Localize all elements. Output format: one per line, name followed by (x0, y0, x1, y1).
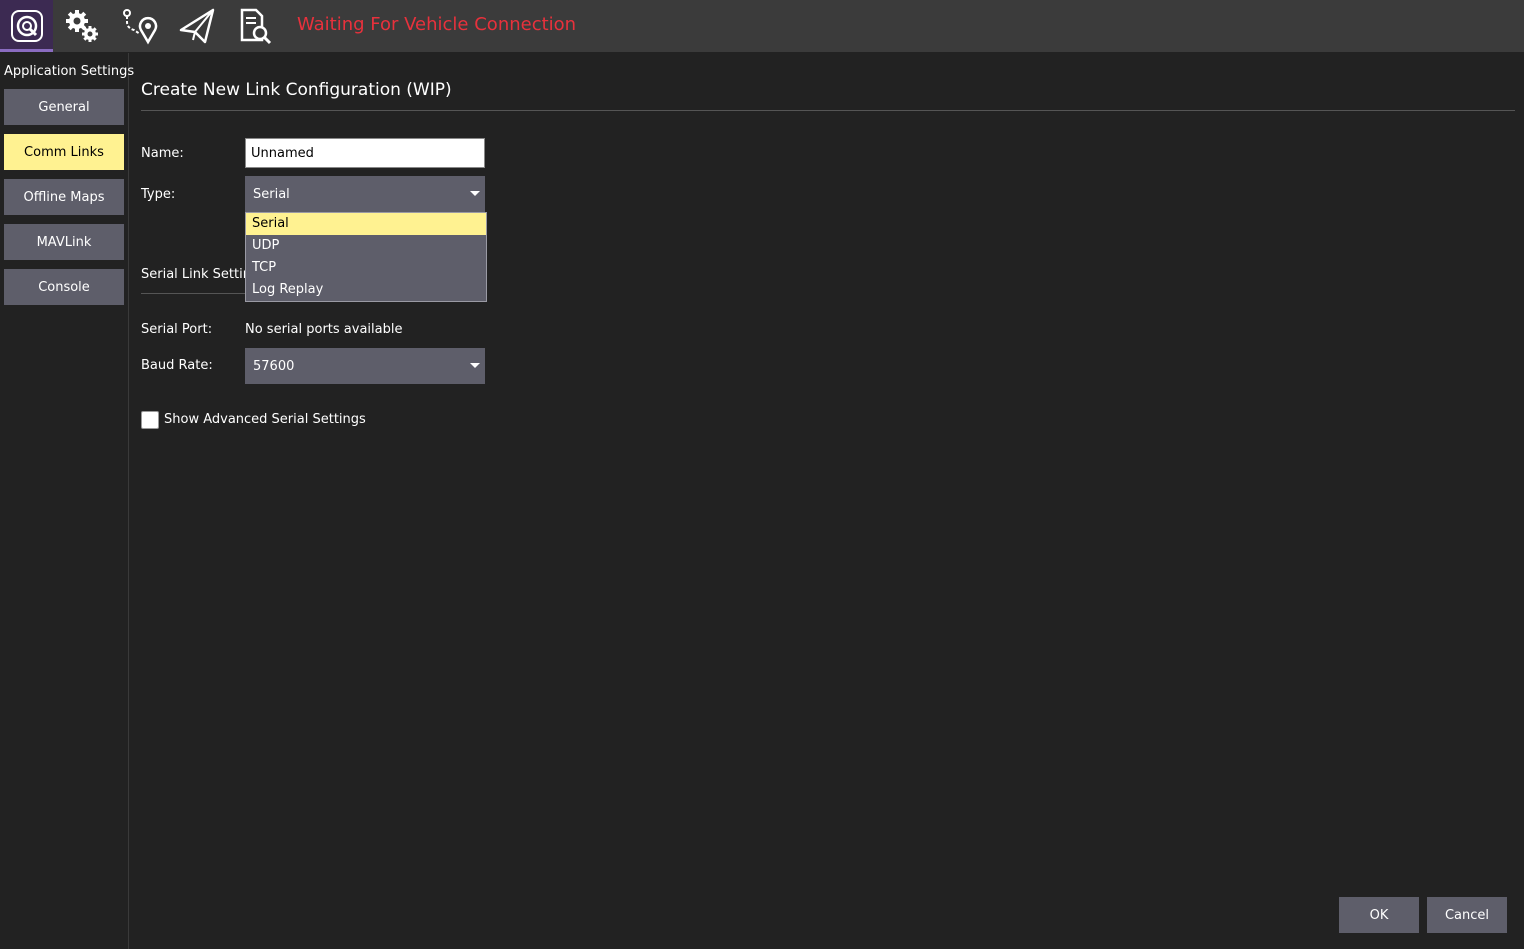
ok-button[interactable]: OK (1339, 897, 1419, 933)
sidebar-item-console[interactable]: Console (4, 269, 124, 305)
type-option-log-replay[interactable]: Log Replay (246, 279, 486, 301)
serial-port-label: Serial Port: (141, 322, 213, 337)
type-option-serial[interactable]: Serial (246, 213, 486, 235)
chevron-down-icon (470, 191, 480, 196)
link-config-panel: Create New Link Configuration (WIP) Name… (129, 53, 1524, 949)
baud-rate-label: Baud Rate: (141, 358, 213, 373)
vehicle-connection-status: Waiting For Vehicle Connection (297, 14, 577, 35)
chevron-down-icon (470, 363, 480, 368)
type-label: Type: (141, 187, 176, 202)
cancel-button[interactable]: Cancel (1427, 897, 1507, 933)
type-option-tcp[interactable]: TCP (246, 257, 486, 279)
gears-icon (64, 7, 102, 45)
type-combobox-value: Serial (253, 186, 290, 202)
advanced-settings-label[interactable]: Show Advanced Serial Settings (164, 412, 366, 427)
qgc-logo-button[interactable] (0, 0, 53, 52)
section-divider (141, 293, 245, 294)
qgc-logo-icon (10, 9, 44, 43)
top-toolbar: Waiting For Vehicle Connection (0, 0, 1524, 52)
analyze-view-button[interactable] (228, 0, 280, 52)
analyze-document-icon (234, 6, 274, 46)
settings-button[interactable] (57, 0, 109, 52)
paper-plane-icon (177, 6, 217, 46)
advanced-settings-checkbox[interactable] (141, 411, 159, 429)
fly-view-button[interactable] (171, 0, 223, 52)
sidebar-item-general[interactable]: General (4, 89, 124, 125)
serial-port-value: No serial ports available (245, 322, 403, 337)
sidebar-item-mavlink[interactable]: MAVLink (4, 224, 124, 260)
page-title: Create New Link Configuration (WIP) (141, 80, 452, 100)
plan-route-icon (120, 6, 160, 46)
type-option-udp[interactable]: UDP (246, 235, 486, 257)
baud-rate-combobox-value: 57600 (253, 358, 295, 374)
settings-sidebar: Application Settings General Comm Links … (0, 53, 134, 949)
type-dropdown-popup: Serial UDP TCP Log Replay (245, 212, 487, 302)
plan-view-button[interactable] (114, 0, 166, 52)
title-divider (141, 110, 1515, 111)
name-label: Name: (141, 146, 184, 161)
sidebar-item-offline-maps[interactable]: Offline Maps (4, 179, 124, 215)
baud-rate-combobox[interactable]: 57600 (245, 348, 485, 384)
name-input[interactable] (245, 138, 485, 168)
sidebar-title: Application Settings (4, 64, 135, 79)
sidebar-item-comm-links[interactable]: Comm Links (4, 134, 124, 170)
type-combobox[interactable]: Serial (245, 176, 485, 212)
